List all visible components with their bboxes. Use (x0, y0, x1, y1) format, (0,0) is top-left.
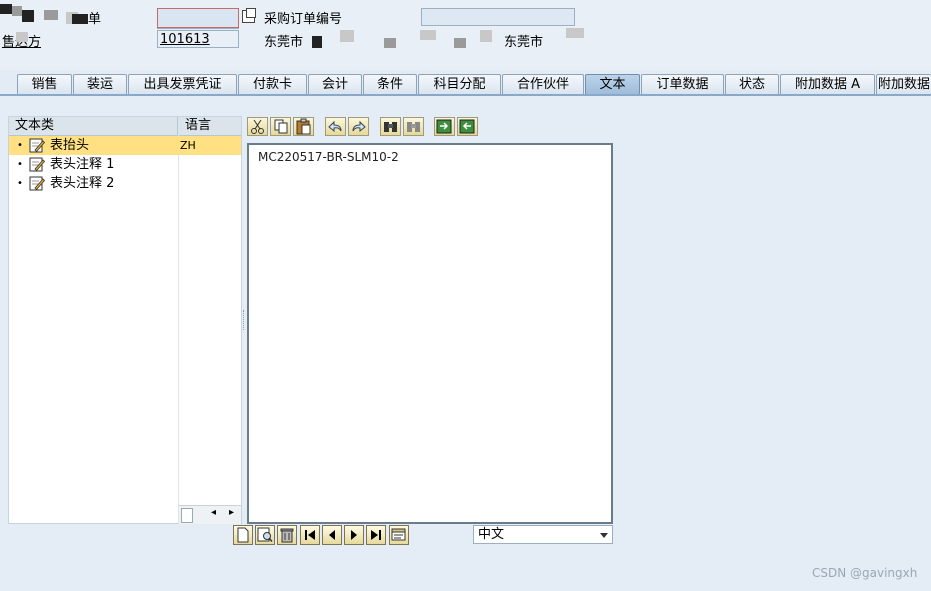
language-select[interactable]: 中文 (473, 525, 613, 544)
tab-sales[interactable]: 销售 (17, 74, 72, 94)
redaction-block (0, 4, 12, 14)
redaction-block (16, 32, 28, 42)
document-magnify-icon (257, 527, 273, 542)
edit-note-icon (29, 138, 45, 153)
tree-item-label: 表头注释 2 (50, 176, 115, 191)
header-area: 单 售达方 101613 采购订单编号 东莞市 东莞市 (0, 0, 931, 70)
redaction-block (384, 38, 396, 48)
bullet-icon: • (17, 178, 23, 189)
edit-note-icon (29, 157, 45, 172)
tab-status[interactable]: 状态 (725, 74, 779, 94)
tab-accounting[interactable]: 会计 (308, 74, 362, 94)
undo-icon (328, 120, 342, 133)
col-text-type[interactable]: 文本类 (9, 117, 178, 135)
tree-header: 文本类 语言 (9, 117, 241, 136)
editor-content[interactable]: MC220517-BR-SLM10-2 (258, 150, 399, 164)
find-next-button[interactable] (403, 117, 424, 136)
tab-texts[interactable]: 文本 (585, 74, 640, 94)
redaction-block (340, 30, 354, 42)
previous-page-icon (329, 530, 335, 540)
po-number-input[interactable] (421, 8, 575, 26)
horizontal-scrollbar[interactable]: ◂ ▸ (179, 505, 241, 524)
city-right-label: 东莞市 (504, 35, 544, 50)
delete-text-button[interactable] (277, 525, 297, 545)
city-left-label: 东莞市 (264, 35, 304, 50)
binoculars-icon (384, 122, 397, 132)
tab-partners[interactable]: 合作伙伴 (502, 74, 584, 94)
tab-order-data[interactable]: 订单数据 (641, 74, 724, 94)
tree-item-lang: ZH (180, 139, 196, 152)
text-type-tree[interactable]: 文本类 语言 • 表抬头 ZH • 表头注释 1 • 表头注释 2 ◂ ▸ (8, 116, 242, 524)
scroll-thumb[interactable] (181, 508, 193, 523)
language-select-value: 中文 (478, 527, 505, 542)
display-text-button[interactable] (255, 525, 275, 545)
po-number-label: 采购订单编号 (264, 12, 343, 27)
bullet-icon: • (17, 159, 23, 170)
last-page-icon (371, 530, 381, 540)
import-button[interactable] (434, 117, 455, 136)
dropdown-arrow-icon[interactable] (600, 533, 608, 538)
redaction-block (420, 30, 436, 40)
text-editor[interactable]: MC220517-BR-SLM10-2 (247, 143, 613, 524)
scroll-right-icon[interactable]: ▸ (229, 507, 234, 518)
first-page-icon (305, 530, 315, 540)
tree-item-label: 表抬头 (50, 138, 90, 153)
copy-icon[interactable] (242, 8, 256, 23)
tree-item-header-title[interactable]: • 表抬头 ZH (9, 136, 241, 155)
redaction-block (72, 14, 88, 24)
redaction-block (480, 30, 492, 42)
detail-view-icon (391, 528, 406, 541)
find-button[interactable] (380, 117, 401, 136)
watermark: CSDN @gavingxh (812, 566, 918, 580)
redaction-block (22, 10, 34, 22)
tree-item-header-note-2[interactable]: • 表头注释 2 (9, 174, 241, 193)
col-language[interactable]: 语言 (179, 117, 241, 135)
paste-button[interactable] (293, 117, 314, 136)
redaction-block (312, 36, 322, 48)
copy-icon (274, 119, 288, 134)
import-icon (436, 119, 452, 134)
tab-payment-card[interactable]: 付款卡 (238, 74, 307, 94)
next-page-icon (351, 530, 357, 540)
scroll-left-icon[interactable]: ◂ (211, 507, 216, 518)
new-text-button[interactable] (233, 525, 253, 545)
first-page-button[interactable] (300, 525, 320, 545)
edit-note-icon (29, 176, 45, 191)
tab-additional-data-b[interactable]: 附加数据 (876, 74, 931, 94)
new-document-icon (237, 527, 249, 543)
tab-shipping[interactable]: 装运 (73, 74, 127, 94)
column-divider (178, 135, 179, 523)
tab-strip: 销售 装运 出具发票凭证 付款卡 会计 条件 科目分配 合作伙伴 文本 订单数据… (0, 70, 931, 95)
redo-button[interactable] (348, 117, 369, 136)
tree-item-label: 表头注释 1 (50, 157, 115, 172)
redaction-block (44, 10, 58, 20)
last-page-button[interactable] (366, 525, 386, 545)
order-type-label: 单 (88, 12, 102, 27)
order-number-input[interactable] (157, 8, 239, 28)
trash-icon (280, 528, 294, 543)
binoculars-next-icon (407, 122, 420, 132)
tab-account-assignment[interactable]: 科目分配 (418, 74, 501, 94)
export-button[interactable] (457, 117, 478, 136)
tree-item-header-note-1[interactable]: • 表头注释 1 (9, 155, 241, 174)
previous-page-button[interactable] (322, 525, 342, 545)
order-number-underline (157, 28, 239, 29)
text-detail-button[interactable] (389, 525, 409, 545)
scissors-icon (251, 119, 264, 134)
cut-button[interactable] (247, 117, 268, 136)
sold-to-field-border (157, 30, 239, 48)
paste-icon (296, 118, 311, 135)
bullet-icon: • (17, 140, 23, 151)
redaction-block (566, 28, 584, 38)
undo-button[interactable] (325, 117, 346, 136)
tab-additional-data-a[interactable]: 附加数据 A (780, 74, 875, 94)
tab-conditions[interactable]: 条件 (363, 74, 417, 94)
copy-button[interactable] (270, 117, 291, 136)
redaction-block (12, 6, 22, 16)
tab-billing-document[interactable]: 出具发票凭证 (128, 74, 237, 94)
export-icon (459, 119, 475, 134)
next-page-button[interactable] (344, 525, 364, 545)
redaction-block (454, 38, 466, 48)
redo-icon (352, 120, 366, 133)
